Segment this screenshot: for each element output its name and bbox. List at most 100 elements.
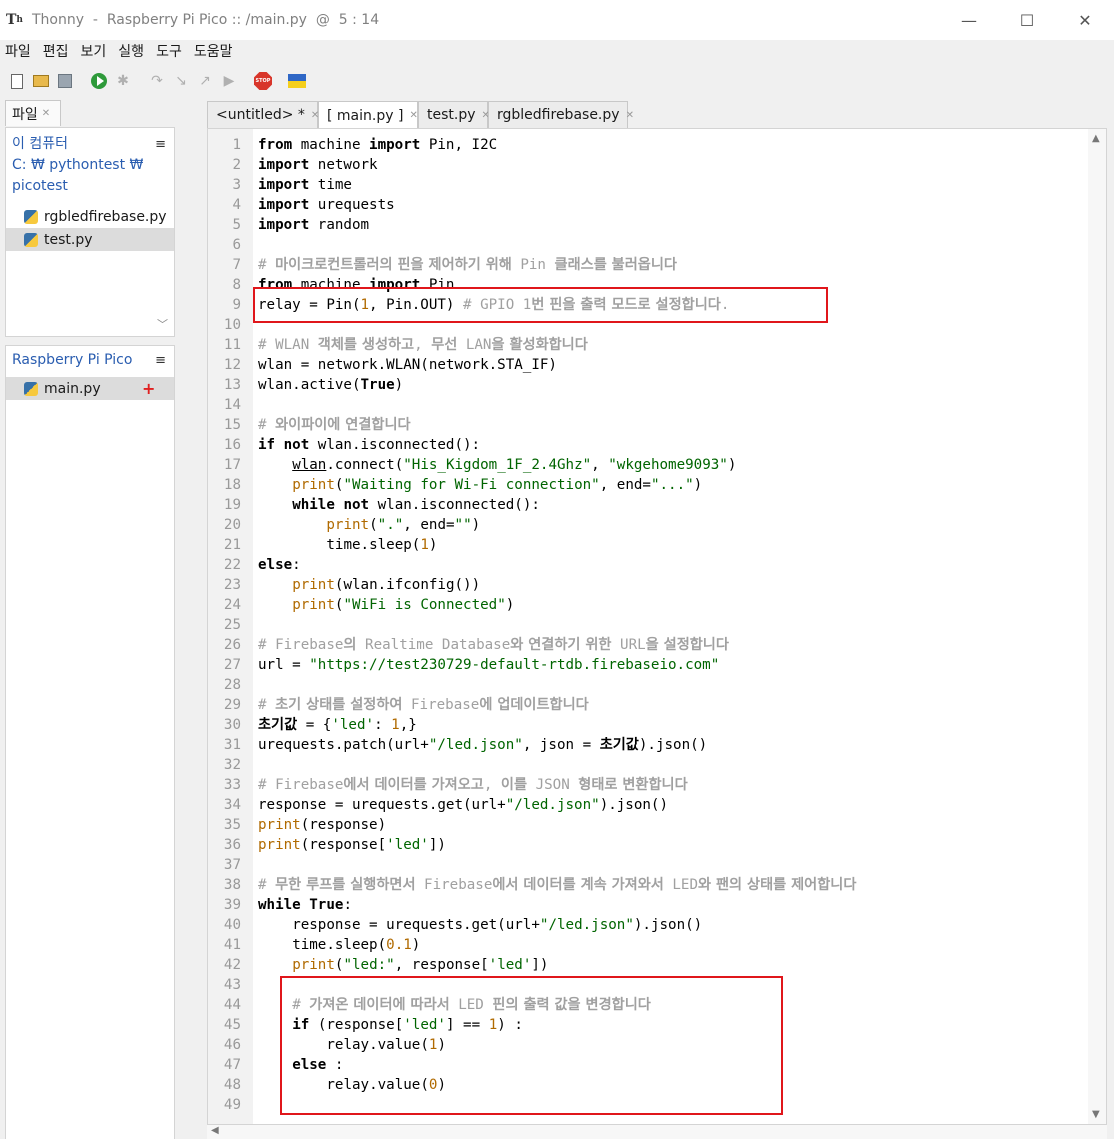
horizontal-scrollbar[interactable]: ◀ <box>207 1125 1107 1139</box>
files-panel-path[interactable]: C: ₩ pythontest ₩ picotest <box>12 155 152 197</box>
code-line[interactable]: 40 response = urequests.get(url+"/led.jso… <box>208 915 1106 935</box>
code-line[interactable]: 34 response = urequests.get(url+"/led.jso… <box>208 795 1106 815</box>
code-token: print <box>258 817 301 833</box>
code-line[interactable]: 31 urequests.patch(url+"/led.json", json … <box>208 735 1106 755</box>
close-tab-icon[interactable]: ✕ <box>409 110 417 121</box>
code-line[interactable]: 29 # 초기 상태를 설정하여 Firebase에 업데이트합니다 <box>208 695 1106 715</box>
new-file-icon[interactable] <box>6 70 28 92</box>
line-number: 36 <box>223 837 241 853</box>
panel-menu-icon[interactable]: ≡ <box>155 350 166 371</box>
minimize-button[interactable]: — <box>940 0 998 40</box>
code-line[interactable]: 18 print("Waiting for Wi-Fi connection", … <box>208 475 1106 495</box>
code-line[interactable]: 7 # 마이크로컨트롤러의 핀을 제어하기 위해 Pin 클래스를 불러옵니다 <box>208 255 1106 275</box>
window-title: Thonny - Raspberry Pi Pico :: /main.py @… <box>32 12 380 28</box>
save-icon[interactable] <box>54 70 76 92</box>
code-line[interactable]: 26 # Firebase의 Realtime Database와 연결하기 위한… <box>208 635 1106 655</box>
highlight-box <box>253 287 828 323</box>
code-line[interactable]: 14 <box>208 395 1106 415</box>
tab-test-py[interactable]: test.py ✕ <box>418 101 490 128</box>
code-line[interactable]: 32 <box>208 755 1106 775</box>
line-number: 20 <box>223 517 241 533</box>
step-out-icon[interactable]: ↗ <box>194 70 216 92</box>
menu-file[interactable]: 파일 <box>0 41 36 61</box>
code-line[interactable]: 35 print(response) <box>208 815 1106 835</box>
code-line[interactable]: 4 import urequests <box>208 195 1106 215</box>
chevron-up-icon[interactable]: ▲ <box>1092 133 1100 144</box>
open-file-icon[interactable] <box>30 70 52 92</box>
line-number: 34 <box>223 797 241 813</box>
code-token: , end= <box>403 517 455 533</box>
file-item[interactable]: test.py <box>6 228 174 251</box>
chevron-down-icon[interactable]: ﹀ <box>157 316 168 332</box>
code-line[interactable]: 28 <box>208 675 1106 695</box>
code-line[interactable]: 38 # 무한 루프를 실행하면서 Firebase에서 데이터를 계속 가져와서… <box>208 875 1106 895</box>
code-line[interactable]: 22 else: <box>208 555 1106 575</box>
code-line[interactable]: 21 time.sleep(1) <box>208 535 1106 555</box>
ukraine-flag-icon[interactable] <box>286 70 308 92</box>
close-tab-icon[interactable]: ✕ <box>626 110 634 121</box>
code-line[interactable]: 3 import time <box>208 175 1106 195</box>
tab-files[interactable]: 파일 ✕ <box>5 100 61 126</box>
code-token: "..." <box>650 477 694 493</box>
menu-edit[interactable]: 편집 <box>38 41 74 61</box>
code-token: if <box>258 437 276 453</box>
code-text: print(wlan.ifconfig()) <box>292 575 480 595</box>
tab-untitled[interactable]: <untitled> * ✕ <box>207 101 319 128</box>
code-line[interactable]: 13 wlan.active(True) <box>208 375 1106 395</box>
code-line[interactable]: 16 if not wlan.isconnected(): <box>208 435 1106 455</box>
resume-icon[interactable]: ▶ <box>218 70 240 92</box>
file-item[interactable]: rgbledfirebase.py <box>6 205 174 228</box>
step-over-icon[interactable]: ↷ <box>146 70 168 92</box>
line-number: 4 <box>232 197 241 213</box>
stop-icon[interactable]: STOP <box>252 70 274 92</box>
code-line[interactable]: 5 import random <box>208 215 1106 235</box>
panel-menu-icon[interactable]: ≡ <box>155 134 166 155</box>
code-token: (response[ <box>300 837 387 853</box>
code-line[interactable]: 24 print("WiFi is Connected") <box>208 595 1106 615</box>
files-panel-title[interactable]: 이 컴퓨터 <box>12 134 174 155</box>
code-line[interactable]: 17 wlan.connect("His_Kigdom_1F_2.4Ghz", "… <box>208 455 1106 475</box>
code-text: print("led:", response['led']) <box>292 955 548 975</box>
chevron-down-icon[interactable]: ▼ <box>1092 1109 1100 1120</box>
code-line[interactable]: 19 while not wlan.isconnected(): <box>208 495 1106 515</box>
menu-help[interactable]: 도움말 <box>189 41 238 61</box>
code-line[interactable]: 23 print(wlan.ifconfig()) <box>208 575 1106 595</box>
code-line[interactable]: 37 <box>208 855 1106 875</box>
code-line[interactable]: 15 # 와이파이에 연결합니다 <box>208 415 1106 435</box>
code-token: 에서 데이터를 계속 가져와서 <box>492 877 664 893</box>
close-button[interactable]: ✕ <box>1056 0 1114 40</box>
code-token: "" <box>454 517 472 533</box>
code-line[interactable]: 39 while True: <box>208 895 1106 915</box>
step-into-icon[interactable]: ↘ <box>170 70 192 92</box>
vertical-scrollbar[interactable]: ▲ ▼ <box>1088 129 1106 1124</box>
code-line[interactable]: 12 wlan = network.WLAN(network.STA_IF) <box>208 355 1106 375</box>
code-line[interactable]: 25 <box>208 615 1106 635</box>
close-tab-icon[interactable]: ✕ <box>42 108 50 119</box>
code-token: "led:" <box>343 957 395 973</box>
code-line[interactable]: 41 time.sleep(0.1) <box>208 935 1106 955</box>
menu-view[interactable]: 보기 <box>76 41 112 61</box>
code-line[interactable]: 6 <box>208 235 1106 255</box>
chevron-left-icon[interactable]: ◀ <box>211 1125 219 1136</box>
code-line[interactable]: 36 print(response['led']) <box>208 835 1106 855</box>
code-token: 의 <box>343 637 357 653</box>
code-token: , response[ <box>394 957 489 973</box>
code-line[interactable]: 30 초기값 = {'led': 1,} <box>208 715 1106 735</box>
tab-rgbledfirebase-py[interactable]: rgbledfirebase.py ✕ <box>488 101 634 128</box>
code-line[interactable]: 42 print("led:", response['led']) <box>208 955 1106 975</box>
debug-icon[interactable]: ✱ <box>112 70 134 92</box>
maximize-button[interactable]: ☐ <box>998 0 1056 40</box>
code-line[interactable]: 2 import network <box>208 155 1106 175</box>
run-icon[interactable] <box>88 70 110 92</box>
menu-tools[interactable]: 도구 <box>151 41 187 61</box>
code-line[interactable]: 27 url = "https://test230729-default-rtdb… <box>208 655 1106 675</box>
code-line[interactable]: 20 print(".", end="") <box>208 515 1106 535</box>
tab-main-py[interactable]: [ main.py ] ✕ <box>318 101 418 129</box>
menu-run[interactable]: 실행 <box>113 41 149 61</box>
code-line[interactable]: 1 from machine import Pin, I2C <box>208 135 1106 155</box>
device-panel-title[interactable]: Raspberry Pi Pico <box>12 350 174 371</box>
code-line[interactable]: 33 # Firebase에서 데이터를 가져오고, 이를 JSON 형태로 변환… <box>208 775 1106 795</box>
code-line[interactable]: 11 # WLAN 객체를 생성하고, 무선 LAN을 활성화합니다 <box>208 335 1106 355</box>
code-token: 와 연결하기 위한 <box>510 637 612 653</box>
file-item[interactable]: main.py + <box>6 377 174 400</box>
